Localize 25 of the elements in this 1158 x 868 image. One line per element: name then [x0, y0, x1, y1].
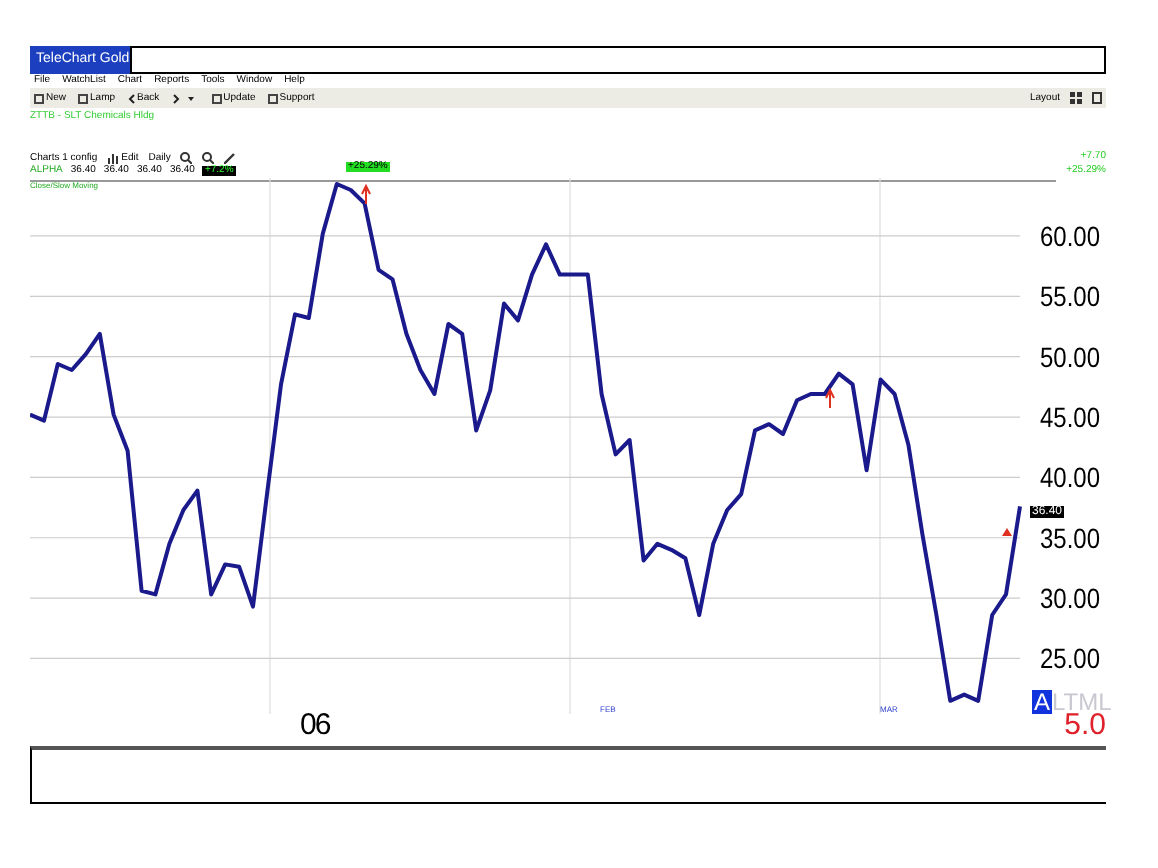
toolbar-icon	[267, 93, 278, 103]
page-icon[interactable]	[1092, 92, 1102, 104]
forward-arrow-icon[interactable]	[171, 93, 200, 103]
triangle-marker-icon	[1002, 528, 1012, 536]
axis-label: 60.00	[1040, 219, 1106, 252]
indicator-value: 5.0	[1064, 710, 1106, 740]
up-arrow-icon	[825, 387, 835, 409]
bar-chart-icon	[107, 153, 118, 163]
indicator-badge: A	[1032, 690, 1053, 714]
pen-icon[interactable]	[224, 152, 237, 164]
up-arrow-icon	[361, 183, 371, 205]
axis-label: 55.00	[1040, 280, 1106, 313]
toolbar-icon	[78, 93, 89, 103]
toolbar-icon	[211, 93, 222, 103]
toolbar-icon	[34, 93, 44, 103]
axis-label: 30.00	[1040, 582, 1106, 615]
zoom-out-icon[interactable]	[202, 152, 215, 164]
zoom-in-icon[interactable]	[180, 152, 193, 164]
axis-label: 50.00	[1040, 340, 1106, 373]
grid-icon[interactable]	[1070, 92, 1082, 104]
axis-label: 06	[300, 710, 330, 740]
axis-label: 45.00	[1040, 401, 1106, 434]
axis-label: 25.00	[1040, 642, 1106, 675]
axis-label: 35.00	[1040, 521, 1106, 554]
axis-label: 40.00	[1040, 461, 1106, 494]
